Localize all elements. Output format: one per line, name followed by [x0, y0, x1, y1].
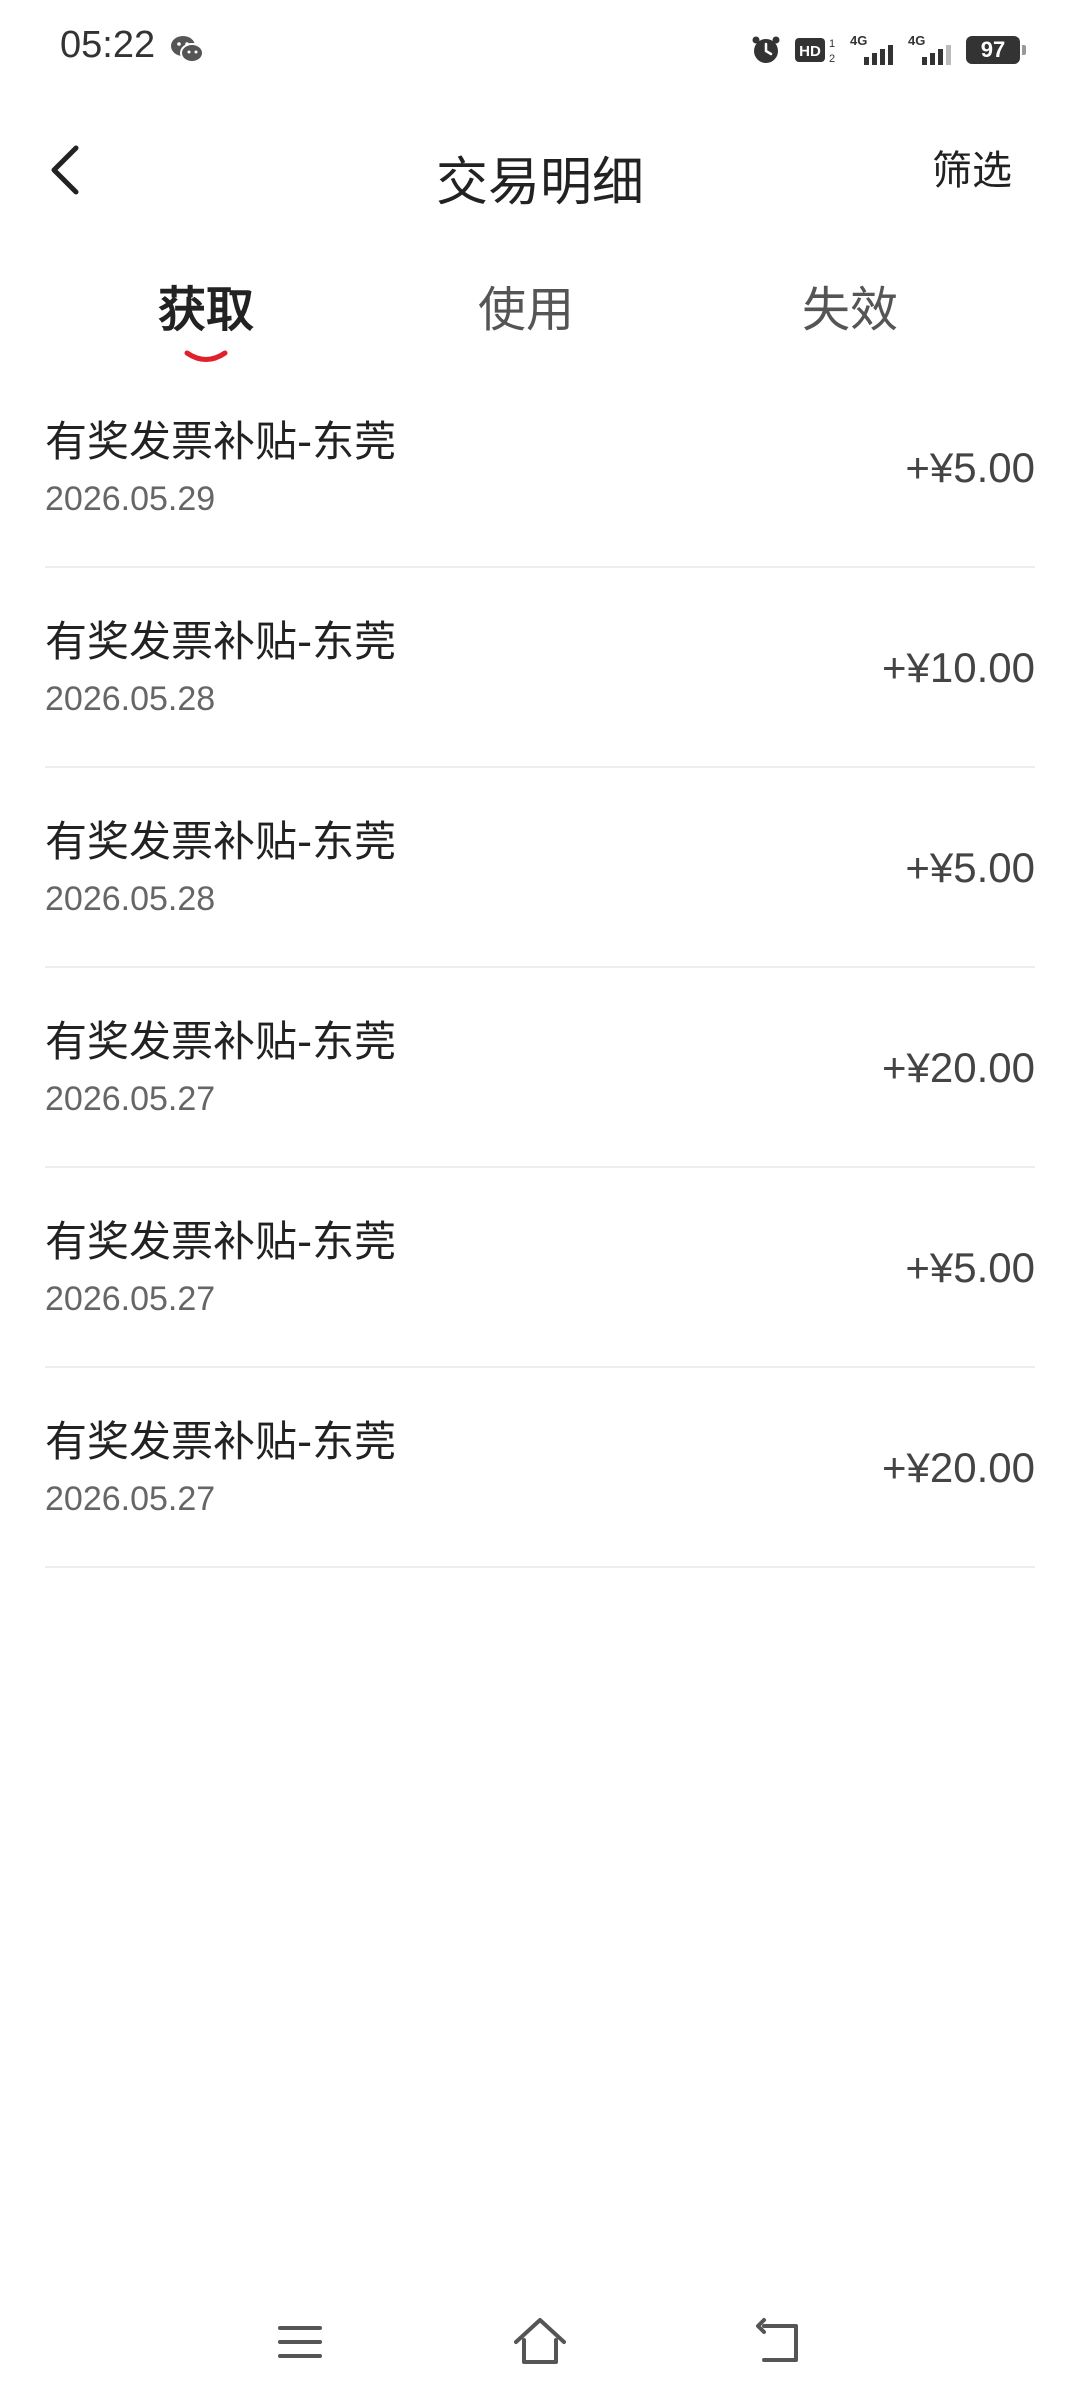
status-bar: 05:22 HD 1 2 4G 4G 97: [0, 0, 1080, 96]
transaction-date: 2026.05.27: [45, 1480, 216, 1518]
transaction-date: 2026.05.27: [45, 1280, 216, 1318]
header: 交易明细 筛选: [0, 120, 1080, 220]
status-time: 05:22: [60, 24, 156, 66]
list-item[interactable]: 有奖发票补贴-东莞 2026.05.27 +¥5.00: [45, 1168, 1035, 1368]
tab-label: 使用: [477, 282, 574, 338]
tab-use[interactable]: 使用: [406, 270, 646, 370]
list-item[interactable]: 有奖发票补贴-东莞 2026.05.27 +¥20.00: [45, 968, 1035, 1168]
transaction-date: 2026.05.28: [45, 680, 216, 718]
svg-text:1: 1: [829, 38, 835, 50]
signal-4g-icon: 4G: [850, 33, 893, 65]
transaction-title: 有奖发票补贴-东莞: [45, 817, 397, 866]
transaction-date: 2026.05.29: [45, 480, 216, 518]
battery-icon: 97: [966, 36, 1026, 64]
list-item[interactable]: 有奖发票补贴-东莞 2026.05.27 +¥20.00: [45, 1368, 1035, 1568]
tab-expired[interactable]: 失效: [730, 270, 970, 370]
hd-icon: HD 1 2: [795, 38, 835, 65]
wechat-icon: [171, 36, 204, 63]
transaction-title: 有奖发票补贴-东莞: [45, 1217, 397, 1266]
transaction-amount: +¥10.00: [882, 644, 1035, 691]
tab-label: 失效: [801, 282, 898, 338]
transaction-amount: +¥5.00: [905, 444, 1035, 491]
system-nav-bar: [0, 2300, 1080, 2380]
tab-active-indicator: [184, 350, 228, 362]
back-icon[interactable]: [750, 2312, 810, 2372]
svg-text:4G: 4G: [850, 33, 867, 48]
status-icons: HD 1 2 4G 4G 97: [750, 30, 1026, 70]
filter-button[interactable]: 筛选: [932, 138, 1012, 196]
home-icon[interactable]: [510, 2312, 570, 2372]
transaction-amount: +¥5.00: [905, 844, 1035, 891]
transaction-title: 有奖发票补贴-东莞: [45, 617, 397, 666]
svg-text:2: 2: [829, 53, 835, 65]
tab-obtain[interactable]: 获取: [86, 270, 326, 370]
transaction-title: 有奖发票补贴-东莞: [45, 1417, 397, 1466]
transaction-list: 有奖发票补贴-东莞 2026.05.29 +¥5.00 有奖发票补贴-东莞 20…: [45, 368, 1035, 1568]
menu-icon[interactable]: [270, 2312, 330, 2372]
transaction-date: 2026.05.28: [45, 880, 216, 918]
transaction-amount: +¥20.00: [882, 1444, 1035, 1491]
transaction-date: 2026.05.27: [45, 1080, 216, 1118]
alarm-icon: [752, 36, 780, 63]
transaction-title: 有奖发票补贴-东莞: [45, 1017, 397, 1066]
list-item[interactable]: 有奖发票补贴-东莞 2026.05.28 +¥10.00: [45, 568, 1035, 768]
list-item[interactable]: 有奖发票补贴-东莞 2026.05.29 +¥5.00: [45, 368, 1035, 568]
list-item[interactable]: 有奖发票补贴-东莞 2026.05.28 +¥5.00: [45, 768, 1035, 968]
svg-text:HD: HD: [799, 43, 821, 60]
tab-label: 获取: [157, 282, 254, 338]
transaction-title: 有奖发票补贴-东莞: [45, 417, 397, 466]
svg-text:4G: 4G: [908, 33, 925, 48]
page-title: 交易明细: [435, 153, 644, 213]
tab-bar: 获取 使用 失效: [0, 270, 1080, 370]
signal-4g-icon: 4G: [908, 33, 951, 65]
transaction-amount: +¥5.00: [905, 1244, 1035, 1291]
transaction-amount: +¥20.00: [882, 1044, 1035, 1091]
